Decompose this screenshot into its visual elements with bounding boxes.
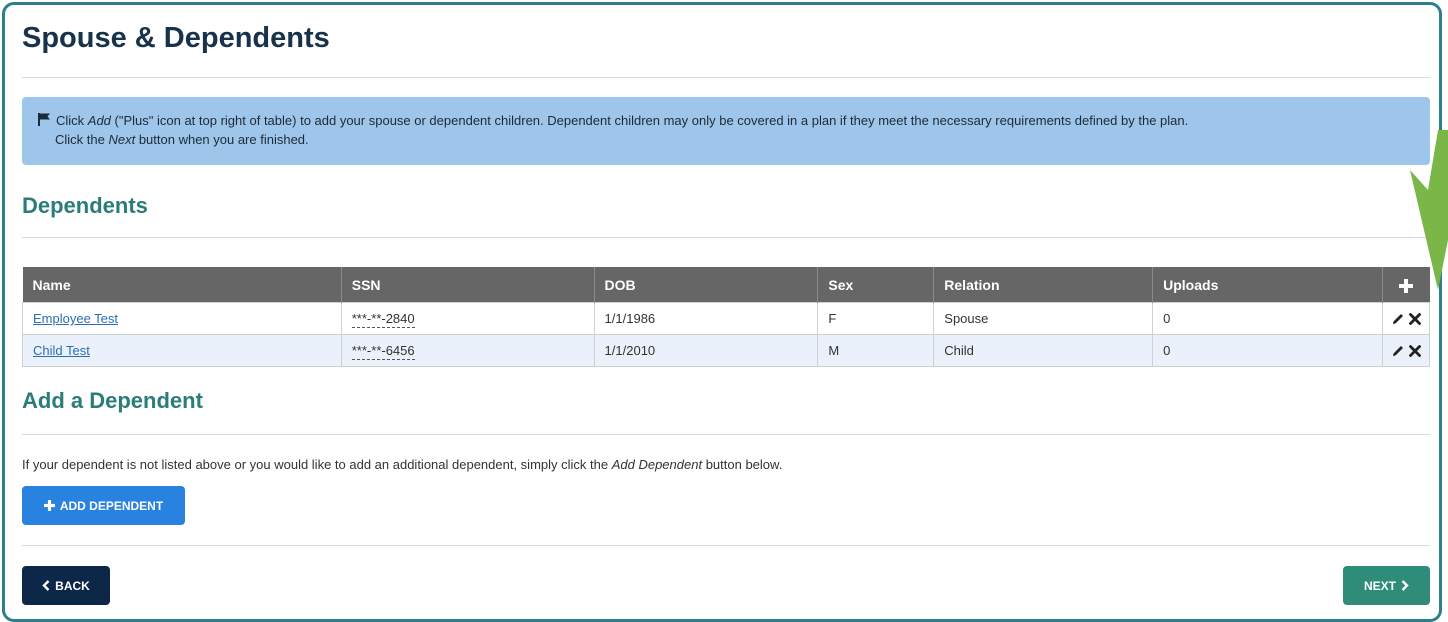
info-text-1a: Click bbox=[56, 113, 88, 128]
add-dependent-divider bbox=[22, 434, 1430, 435]
next-button[interactable]: NEXT bbox=[1343, 566, 1430, 605]
name-cell: Child Test bbox=[22, 334, 342, 367]
nav-divider bbox=[22, 545, 1430, 546]
ssn-value[interactable]: ***-**-6456 bbox=[351, 343, 415, 360]
column-header-relation[interactable]: Relation bbox=[933, 267, 1154, 303]
page-title: Spouse & Dependents bbox=[22, 22, 330, 54]
pencil-icon[interactable] bbox=[1391, 344, 1405, 358]
add-dependent-button[interactable]: ADD DEPENDENT bbox=[22, 486, 185, 525]
column-header-sex[interactable]: Sex bbox=[817, 267, 935, 303]
next-label: NEXT bbox=[1363, 578, 1396, 593]
back-label: BACK bbox=[55, 578, 90, 593]
plus-icon bbox=[43, 500, 55, 511]
ssn-cell: ***-**-6456 bbox=[340, 334, 595, 367]
pencil-icon[interactable] bbox=[1391, 312, 1405, 326]
dob-cell: 1/1/1986 bbox=[593, 302, 819, 335]
x-icon[interactable] bbox=[1408, 313, 1421, 326]
dependent-name-link[interactable]: Child Test bbox=[33, 343, 90, 358]
ssn-cell: ***-**-2840 bbox=[340, 302, 595, 335]
uploads-cell: 0 bbox=[1152, 302, 1383, 335]
info-text-2a: Click the bbox=[55, 132, 109, 147]
add-text-em: Add Dependent bbox=[611, 457, 703, 472]
row-actions bbox=[1381, 302, 1431, 335]
chevron-left-icon bbox=[42, 580, 50, 591]
add-dependent-heading: Add a Dependent bbox=[22, 388, 203, 413]
table-row: Child Test ***-**-6456 1/1/2010 M Child … bbox=[22, 334, 1431, 367]
flag-icon bbox=[38, 113, 50, 126]
add-text-a: If your dependent is not listed above or… bbox=[22, 457, 612, 472]
dependents-table: Name SSN DOB Sex Relation Uploads Employ… bbox=[22, 267, 1431, 367]
dob-cell: 1/1/2010 bbox=[593, 334, 819, 367]
arrow-icon bbox=[1410, 130, 1448, 290]
column-header-ssn[interactable]: SSN bbox=[341, 267, 595, 303]
table-row: Employee Test ***-**-2840 1/1/1986 F Spo… bbox=[22, 302, 1431, 335]
title-divider bbox=[22, 77, 1430, 78]
sex-cell: F bbox=[817, 302, 935, 335]
column-header-dob[interactable]: DOB bbox=[594, 267, 819, 303]
relation-cell: Child bbox=[933, 334, 1154, 367]
relation-cell: Spouse bbox=[933, 302, 1154, 335]
row-actions bbox=[1381, 334, 1431, 367]
info-text-next: Next bbox=[108, 132, 136, 147]
add-text-b: button below. bbox=[702, 457, 783, 472]
add-dependent-label: ADD DEPENDENT bbox=[59, 498, 164, 513]
info-alert: Click Add ("Plus" icon at top right of t… bbox=[22, 97, 1430, 165]
name-cell: Employee Test bbox=[22, 302, 342, 335]
back-button[interactable]: BACK bbox=[22, 566, 110, 605]
sex-cell: M bbox=[817, 334, 935, 367]
ssn-value[interactable]: ***-**-2840 bbox=[351, 311, 415, 328]
column-header-uploads[interactable]: Uploads bbox=[1152, 267, 1383, 303]
dependent-name-link[interactable]: Employee Test bbox=[33, 311, 118, 326]
x-icon[interactable] bbox=[1408, 345, 1421, 358]
add-dependent-instructions: If your dependent is not listed above or… bbox=[22, 457, 782, 472]
chevron-right-icon bbox=[1401, 580, 1409, 591]
uploads-cell: 0 bbox=[1152, 334, 1383, 367]
info-text-add: Add bbox=[87, 113, 111, 128]
table-header-row: Name SSN DOB Sex Relation Uploads bbox=[22, 267, 1430, 303]
column-header-name[interactable]: Name bbox=[22, 267, 342, 303]
dependents-divider bbox=[22, 237, 1430, 238]
info-text-1b: ("Plus" icon at top right of table) to a… bbox=[110, 113, 1189, 128]
info-text-2b: button when you are finished. bbox=[135, 132, 309, 147]
dependents-heading: Dependents bbox=[22, 193, 148, 218]
